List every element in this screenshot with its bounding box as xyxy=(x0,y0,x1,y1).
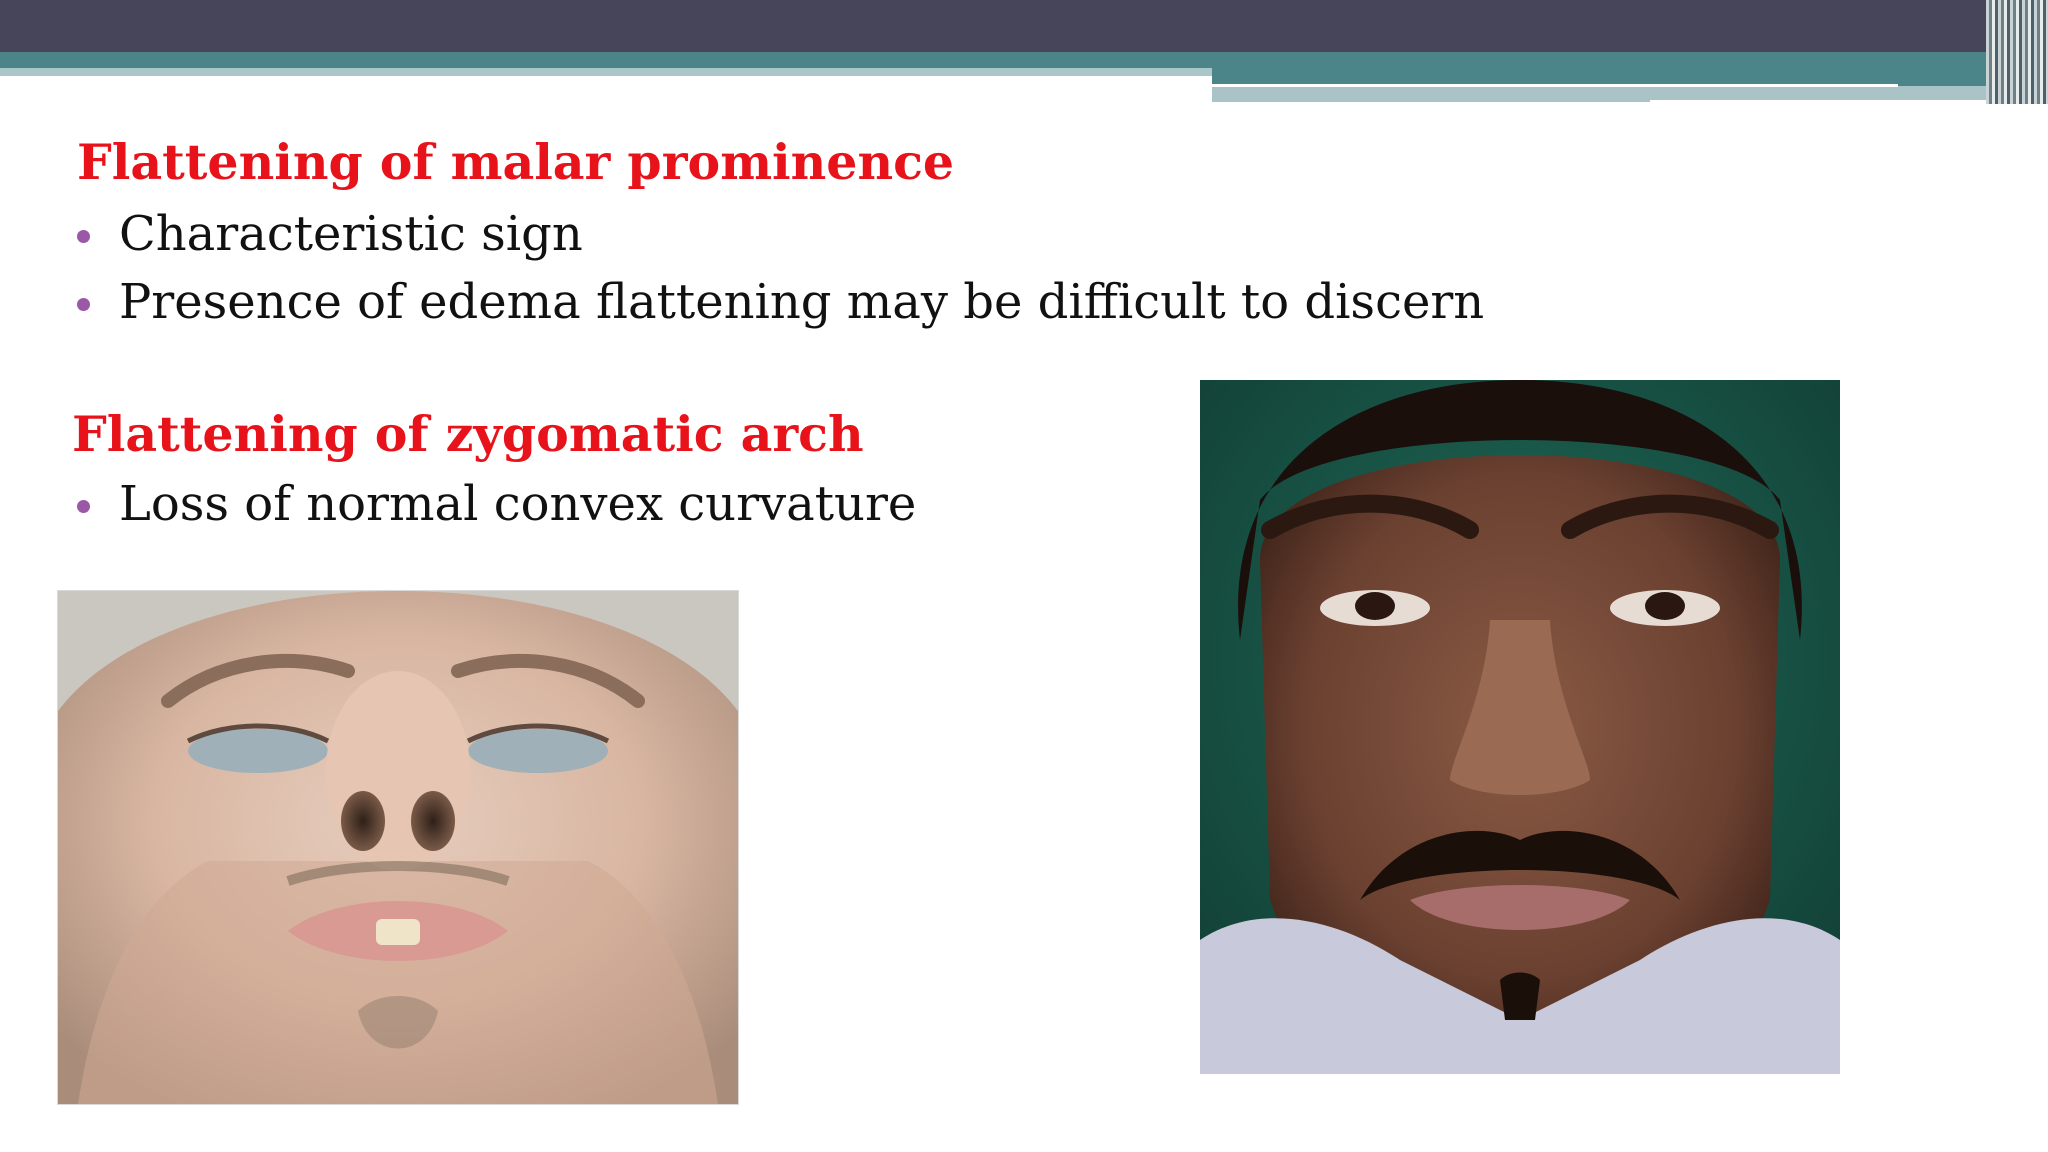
bullet-dot-icon xyxy=(77,500,90,513)
header-band-light-left xyxy=(0,68,1212,76)
bullet-list-malar: Characteristic sign Presence of edema fl… xyxy=(76,200,1484,336)
bullet-item: Characteristic sign xyxy=(76,200,1484,268)
bullet-list-zygomatic: Loss of normal convex curvature xyxy=(76,470,916,538)
slide: Flattening of malar prominence Character… xyxy=(0,0,2048,1152)
clinical-photo-inferior-view xyxy=(58,591,738,1104)
clinical-photo-inferior-view-image xyxy=(58,591,738,1104)
bullet-text: Loss of normal convex curvature xyxy=(119,476,917,532)
bullet-text: Characteristic sign xyxy=(119,206,583,262)
header-accent-line xyxy=(1212,84,1898,87)
header-band-dark xyxy=(0,0,2048,52)
bullet-item: Presence of edema flattening may be diff… xyxy=(76,268,1484,336)
bullet-item: Loss of normal convex curvature xyxy=(76,470,916,538)
bullet-dot-icon xyxy=(77,230,90,243)
bullet-text: Presence of edema flattening may be diff… xyxy=(119,274,1485,330)
clinical-photo-frontal-view-image xyxy=(1200,380,1840,1074)
bullet-dot-icon xyxy=(77,298,90,311)
header-band-teal xyxy=(0,52,2048,68)
heading-zygomatic-arch: Flattening of zygomatic arch xyxy=(72,405,864,463)
header-stripes xyxy=(1986,0,2048,104)
heading-malar-prominence: Flattening of malar prominence xyxy=(77,133,955,191)
clinical-photo-frontal-view xyxy=(1200,380,1840,1074)
